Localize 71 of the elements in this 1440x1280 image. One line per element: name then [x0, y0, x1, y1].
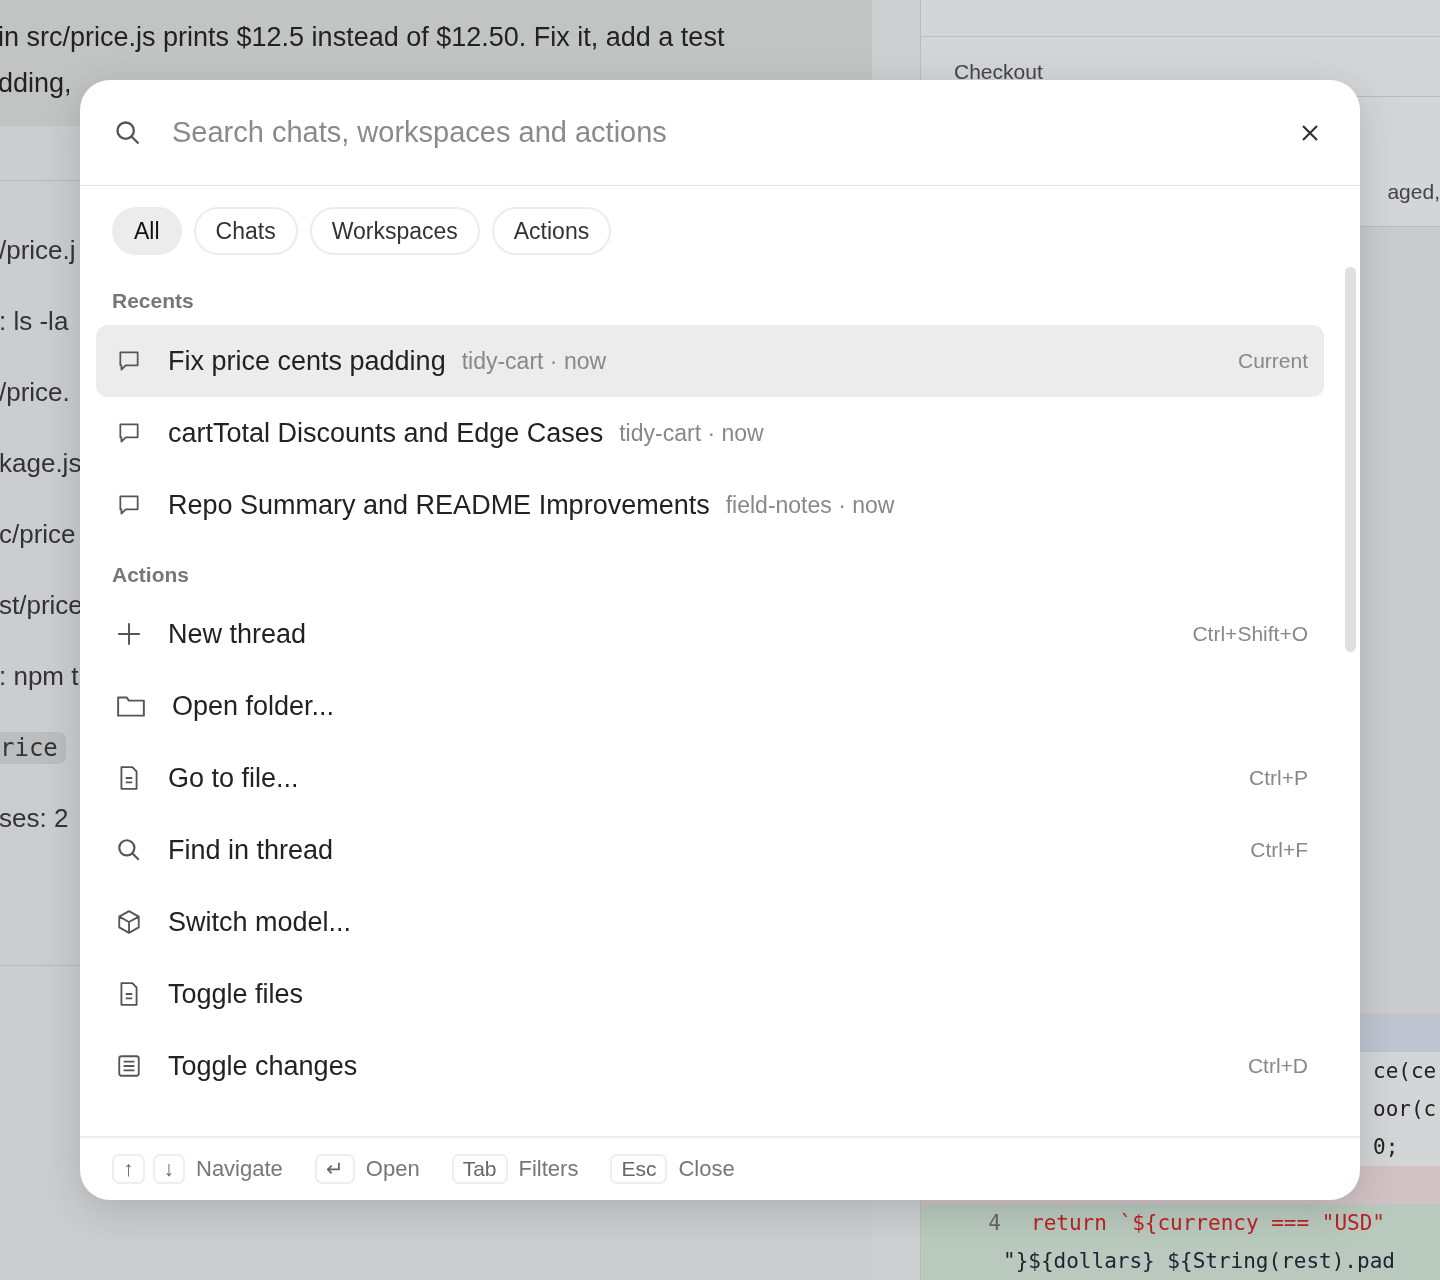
- current-label: Current: [1237, 349, 1308, 373]
- shortcut-text: Ctrl+F: [1250, 838, 1308, 862]
- code-line: 0;: [1373, 1135, 1399, 1159]
- key-hint: Tab: [451, 1154, 508, 1184]
- filter-tab[interactable]: Actions: [491, 207, 612, 255]
- step-text: st/price: [0, 590, 83, 621]
- action-item[interactable]: Switch model...: [96, 886, 1324, 958]
- key-hint: Esc: [610, 1154, 668, 1184]
- action-item[interactable]: Open folder...: [96, 670, 1324, 742]
- hint-label: Filters: [518, 1156, 579, 1182]
- hint-label: Open: [365, 1156, 420, 1182]
- recent-chat-item[interactable]: cartTotal Discounts and Edge Cases tidy-cart · now: [96, 397, 1324, 469]
- folder-icon: [116, 693, 146, 719]
- chat-meta: tidy-cart · now: [461, 347, 607, 375]
- action-label: Toggle files: [168, 978, 304, 1010]
- step-text: c/price: [0, 519, 76, 550]
- shortcut-text: Ctrl+P: [1249, 766, 1308, 790]
- action-item[interactable]: Toggle files: [96, 958, 1324, 1030]
- message-text: in src/price.js prints $12.5 instead of $12.50. Fix it, add a test: [0, 21, 726, 54]
- action-label: Switch model...: [168, 906, 352, 938]
- scrollbar[interactable]: [1345, 267, 1356, 652]
- key-hint: ↓: [152, 1154, 185, 1184]
- chat-bubble-icon: [116, 348, 142, 374]
- close-icon[interactable]: [1300, 122, 1320, 143]
- cube-icon: [116, 909, 142, 935]
- panel-row-text: aged,: [1387, 179, 1440, 204]
- search-icon: [116, 837, 142, 863]
- action-item[interactable]: Find in thread Ctrl+F: [96, 814, 1324, 886]
- document-list-icon: [116, 1053, 142, 1079]
- key-hint: ↑: [112, 1154, 145, 1184]
- message-text: dding,: [0, 67, 73, 100]
- chat-bubble-icon: [116, 420, 142, 446]
- action-label: Open folder...: [172, 690, 335, 722]
- action-label: New thread: [168, 618, 307, 650]
- code-line: ce(ce: [1373, 1059, 1437, 1083]
- plus-icon: [116, 621, 142, 647]
- hint-label: Close: [678, 1156, 735, 1182]
- search-icon: [114, 118, 142, 147]
- chat-bubble-icon: [116, 492, 142, 518]
- step-text: : ls -la: [0, 306, 69, 337]
- filter-tab[interactable]: Chats: [193, 207, 298, 255]
- code-line: oor(c: [1373, 1097, 1437, 1121]
- code-snippet: rice: [0, 731, 66, 764]
- recent-chat-item[interactable]: Repo Summary and README Improvements field-notes · now: [96, 469, 1324, 541]
- recent-chat-item[interactable]: Fix price cents padding tidy-cart · now Current: [96, 325, 1324, 397]
- section-heading: Recents: [111, 288, 195, 314]
- code-line: return `${currency === "USD": [1031, 1211, 1385, 1235]
- panel-row-text: Checkout: [954, 60, 1043, 84]
- action-label: Toggle changes: [168, 1050, 358, 1082]
- step-text: : npm t: [0, 661, 79, 692]
- key-hint: ↵: [314, 1154, 355, 1184]
- step-text: ses: 2: [0, 803, 69, 834]
- hint-label: Navigate: [196, 1156, 283, 1182]
- code-line: "}${dollars} ${String(rest).pad: [1003, 1249, 1395, 1273]
- section-heading: Actions: [111, 562, 190, 588]
- chat-meta: field-notes · now: [725, 491, 895, 519]
- chat-title: Repo Summary and README Improvements: [168, 489, 710, 521]
- action-label: Find in thread: [168, 834, 334, 866]
- step-text: kage.js: [0, 448, 82, 479]
- action-item[interactable]: Toggle changes Ctrl+D: [96, 1030, 1324, 1102]
- chat-meta: tidy-cart · now: [619, 419, 764, 447]
- shortcut-text: Ctrl+D: [1247, 1054, 1308, 1078]
- line-number: 4: [987, 1211, 1001, 1235]
- filter-tab[interactable]: All: [112, 207, 182, 255]
- action-item[interactable]: New thread Ctrl+Shift+O: [96, 598, 1324, 670]
- chat-title: Fix price cents padding: [168, 345, 446, 377]
- filter-tab[interactable]: Workspaces: [309, 207, 480, 255]
- action-item[interactable]: Go to file... Ctrl+P: [96, 742, 1324, 814]
- action-label: Go to file...: [168, 762, 299, 794]
- chat-title: cartTotal Discounts and Edge Cases: [168, 417, 604, 449]
- shortcut-text: Ctrl+Shift+O: [1192, 622, 1308, 646]
